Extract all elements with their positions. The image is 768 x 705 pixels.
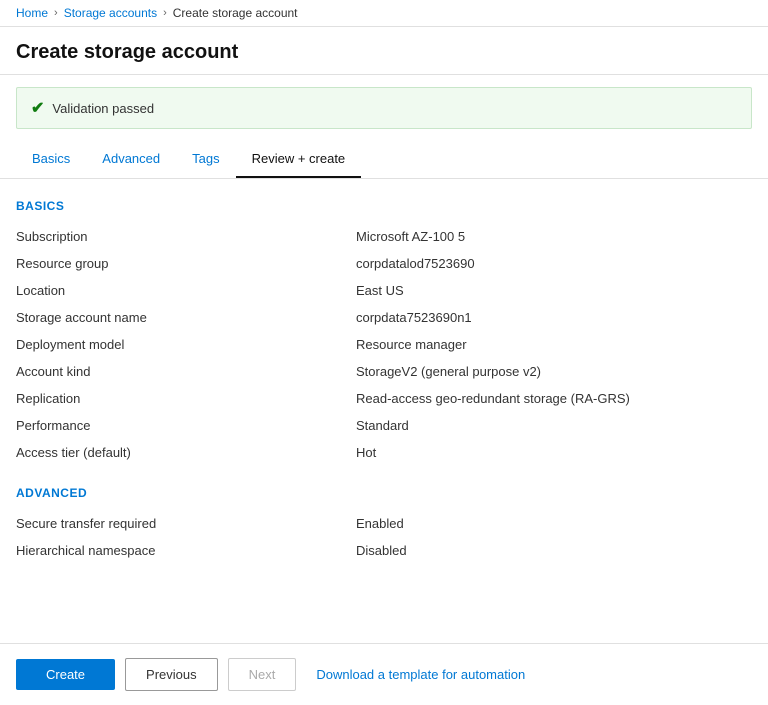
table-row: Resource groupcorpdatalod7523690 <box>16 250 752 277</box>
template-link[interactable]: Download a template for automation <box>316 667 525 682</box>
breadcrumb-storage-accounts[interactable]: Storage accounts <box>64 6 157 20</box>
validation-text: Validation passed <box>52 101 154 116</box>
breadcrumb-sep-2: › <box>163 7 167 19</box>
advanced-fields-table: Secure transfer requiredEnabledHierarchi… <box>16 510 752 564</box>
content-area: BASICS SubscriptionMicrosoft AZ-100 5Res… <box>0 179 768 604</box>
field-value: Disabled <box>356 543 407 558</box>
field-label: Account kind <box>16 364 356 379</box>
breadcrumb-home[interactable]: Home <box>16 6 48 20</box>
tab-basics[interactable]: Basics <box>16 141 86 178</box>
page-title: Create storage account <box>16 41 752 64</box>
previous-button[interactable]: Previous <box>125 658 218 691</box>
field-label: Secure transfer required <box>16 516 356 531</box>
tab-tags[interactable]: Tags <box>176 141 235 178</box>
table-row: Storage account namecorpdata7523690n1 <box>16 304 752 331</box>
field-value: corpdata7523690n1 <box>356 310 472 325</box>
next-button: Next <box>228 658 297 691</box>
field-value: Standard <box>356 418 409 433</box>
field-value: Resource manager <box>356 337 467 352</box>
table-row: ReplicationRead-access geo-redundant sto… <box>16 385 752 412</box>
table-row: Secure transfer requiredEnabled <box>16 510 752 537</box>
field-label: Resource group <box>16 256 356 271</box>
field-label: Hierarchical namespace <box>16 543 356 558</box>
breadcrumb: Home › Storage accounts › Create storage… <box>16 6 752 20</box>
field-value: StorageV2 (general purpose v2) <box>356 364 541 379</box>
basics-fields-table: SubscriptionMicrosoft AZ-100 5Resource g… <box>16 223 752 466</box>
tab-advanced[interactable]: Advanced <box>86 141 176 178</box>
table-row: Deployment modelResource manager <box>16 331 752 358</box>
validation-banner: ✔ Validation passed <box>16 87 752 129</box>
field-label: Replication <box>16 391 356 406</box>
breadcrumb-sep-1: › <box>54 7 58 19</box>
tabs-container: Basics Advanced Tags Review + create <box>0 141 768 179</box>
basics-section-header: BASICS <box>16 199 752 213</box>
field-label: Performance <box>16 418 356 433</box>
table-row: PerformanceStandard <box>16 412 752 439</box>
field-value: Hot <box>356 445 376 460</box>
field-label: Access tier (default) <box>16 445 356 460</box>
field-value: Enabled <box>356 516 404 531</box>
footer: Create Previous Next Download a template… <box>0 643 768 705</box>
breadcrumb-current: Create storage account <box>173 6 298 20</box>
breadcrumb-bar: Home › Storage accounts › Create storage… <box>0 0 768 27</box>
field-value: Microsoft AZ-100 5 <box>356 229 465 244</box>
field-label: Storage account name <box>16 310 356 325</box>
check-icon: ✔ <box>31 98 44 118</box>
table-row: LocationEast US <box>16 277 752 304</box>
field-value: corpdatalod7523690 <box>356 256 475 271</box>
table-row: SubscriptionMicrosoft AZ-100 5 <box>16 223 752 250</box>
table-row: Hierarchical namespaceDisabled <box>16 537 752 564</box>
field-value: East US <box>356 283 404 298</box>
table-row: Account kindStorageV2 (general purpose v… <box>16 358 752 385</box>
page-header: Create storage account <box>0 27 768 75</box>
tab-review-create[interactable]: Review + create <box>236 141 362 178</box>
field-label: Location <box>16 283 356 298</box>
create-button[interactable]: Create <box>16 659 115 690</box>
advanced-section: ADVANCED Secure transfer requiredEnabled… <box>16 486 752 564</box>
advanced-section-header: ADVANCED <box>16 486 752 500</box>
field-label: Deployment model <box>16 337 356 352</box>
field-label: Subscription <box>16 229 356 244</box>
basics-section: BASICS SubscriptionMicrosoft AZ-100 5Res… <box>16 199 752 466</box>
table-row: Access tier (default)Hot <box>16 439 752 466</box>
field-value: Read-access geo-redundant storage (RA-GR… <box>356 391 630 406</box>
